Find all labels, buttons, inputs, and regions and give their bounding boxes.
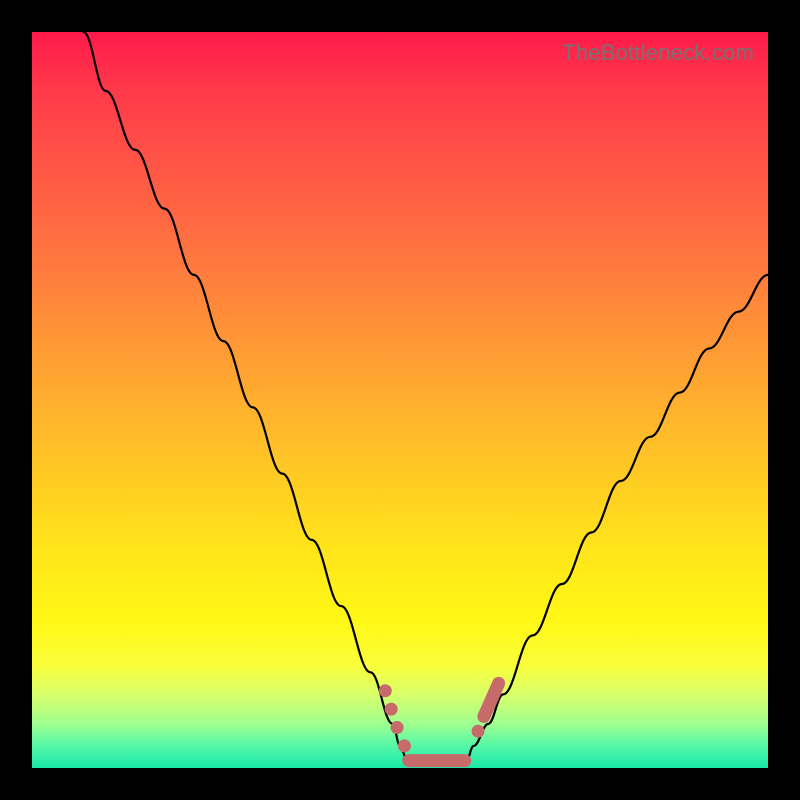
marker-dot [391, 721, 404, 734]
plot-area: TheBottleneck.com [32, 32, 768, 768]
curve-left [84, 32, 408, 761]
marker-dot [379, 684, 392, 697]
curve-right [466, 275, 768, 761]
chart-frame: TheBottleneck.com [0, 0, 800, 800]
markers [379, 683, 499, 760]
marker-dot [472, 725, 485, 738]
marker-dot [385, 703, 398, 716]
marker-pill [484, 683, 499, 716]
marker-dot [398, 739, 411, 752]
chart-svg [32, 32, 768, 768]
watermark-label: TheBottleneck.com [562, 40, 754, 66]
